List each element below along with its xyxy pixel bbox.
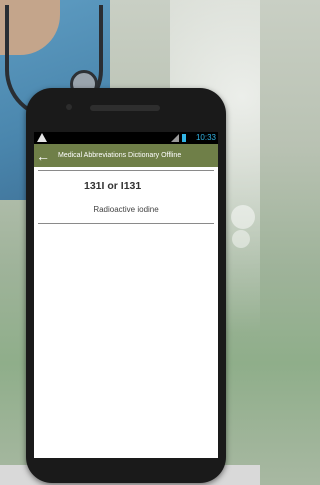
signal-icon xyxy=(171,134,179,142)
abbreviation-text: 131I or I131 xyxy=(84,180,142,192)
app-bar: ← Medical Abbreviations Dictionary Offli… xyxy=(34,144,218,167)
entry-detail: 131I or I131 Radioactive iodine xyxy=(34,170,218,224)
divider xyxy=(38,223,214,224)
status-bar: 10:33 xyxy=(34,132,218,144)
phone-speaker xyxy=(90,105,160,111)
warning-icon xyxy=(37,133,47,142)
app-title: Medical Abbreviations Dictionary Offline xyxy=(58,152,182,159)
battery-icon xyxy=(182,134,186,142)
phone-screen: 10:33 ← Medical Abbreviations Dictionary… xyxy=(34,132,218,458)
meaning-text: Radioactive iodine xyxy=(93,205,159,214)
phone-camera xyxy=(66,104,72,110)
phone-frame: 10:33 ← Medical Abbreviations Dictionary… xyxy=(26,88,226,483)
back-arrow-icon: ← xyxy=(36,147,50,164)
status-time: 10:33 xyxy=(195,133,216,142)
back-button[interactable]: ← xyxy=(34,144,52,167)
background-bokeh xyxy=(232,230,250,248)
background-bokeh xyxy=(231,205,255,229)
